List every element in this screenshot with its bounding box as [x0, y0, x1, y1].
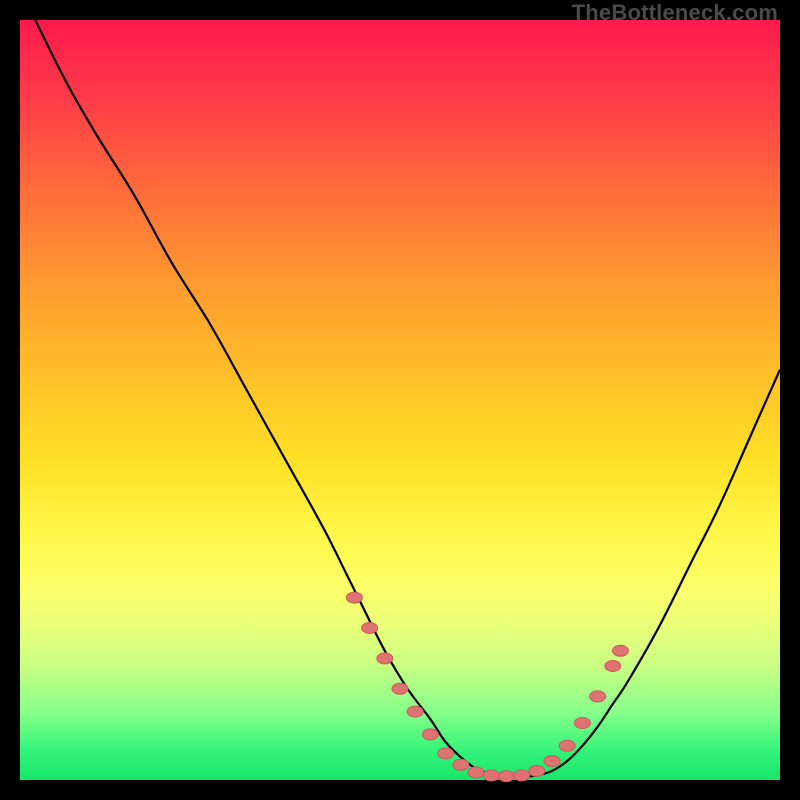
data-marker: [422, 729, 438, 740]
curve-markers: [346, 592, 628, 782]
data-marker: [407, 706, 423, 717]
data-marker: [377, 653, 393, 664]
data-marker: [544, 756, 560, 767]
data-marker: [590, 691, 606, 702]
bottleneck-curve: [35, 20, 780, 777]
data-marker: [346, 592, 362, 603]
plot-area: [20, 20, 780, 780]
data-marker: [574, 718, 590, 729]
data-marker: [605, 661, 621, 672]
data-marker: [514, 770, 530, 781]
data-marker: [468, 767, 484, 778]
watermark-text: TheBottleneck.com: [572, 0, 778, 26]
curve-svg: [20, 20, 780, 780]
data-marker: [438, 748, 454, 759]
data-marker: [498, 771, 514, 782]
data-marker: [362, 623, 378, 634]
data-marker: [559, 740, 575, 751]
chart-frame: TheBottleneck.com: [0, 0, 800, 800]
data-marker: [392, 683, 408, 694]
data-marker: [529, 765, 545, 776]
data-marker: [612, 645, 628, 656]
data-marker: [483, 770, 499, 781]
data-marker: [453, 759, 469, 770]
